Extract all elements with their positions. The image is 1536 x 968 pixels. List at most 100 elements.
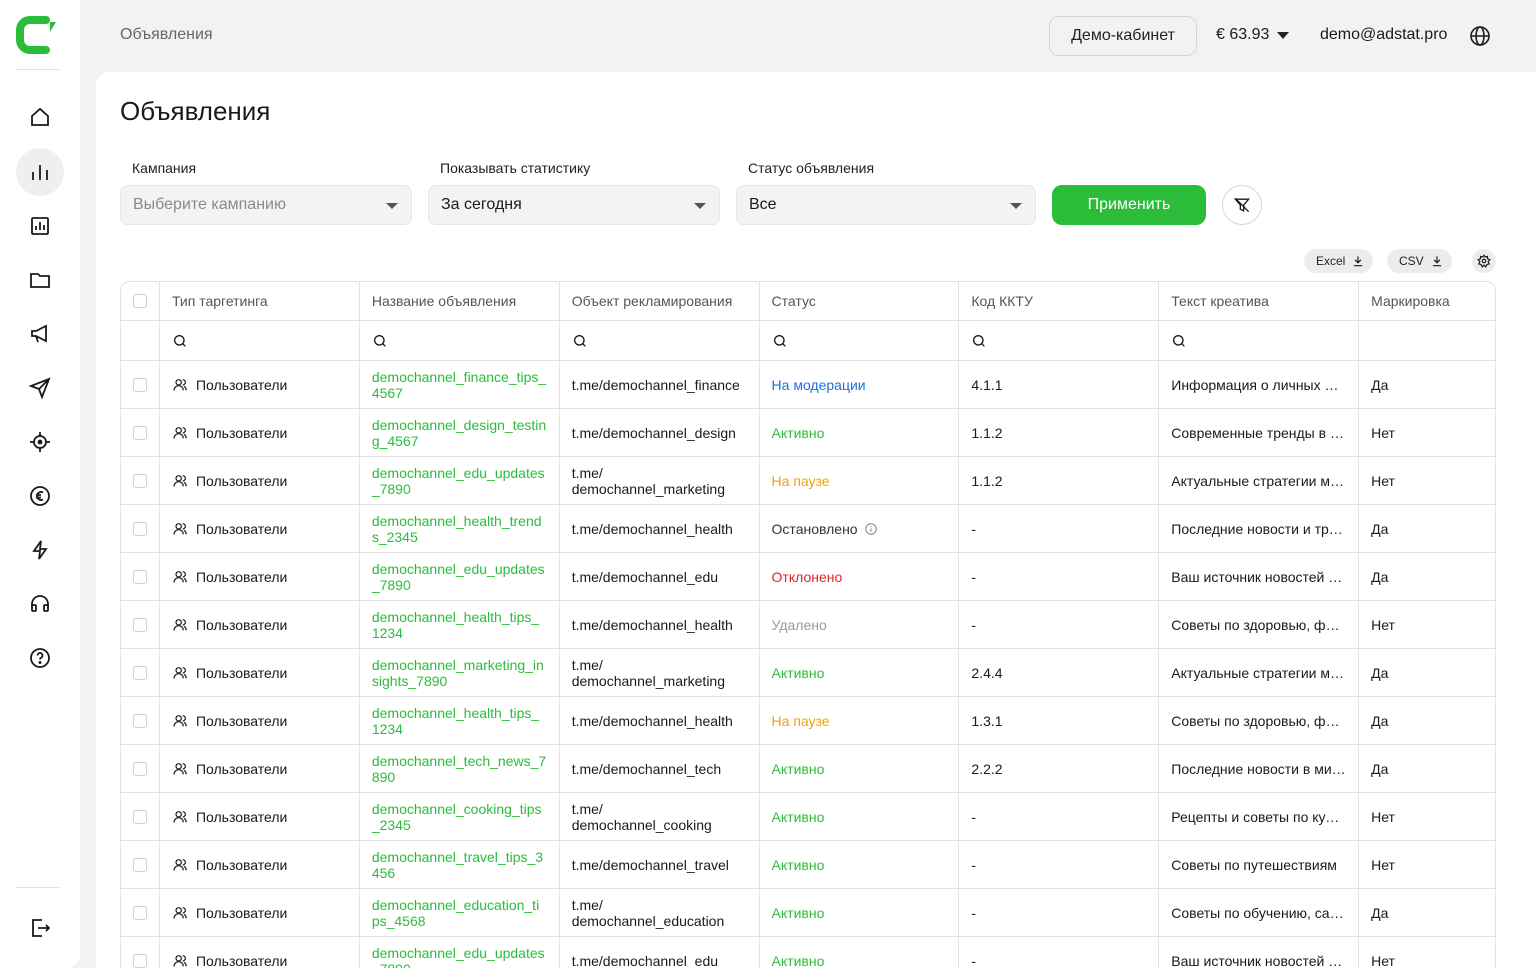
row-checkbox[interactable] xyxy=(132,473,147,488)
targeting-type: Пользователи xyxy=(195,472,288,489)
breadcrumb: Объявления xyxy=(120,26,213,43)
ad-name-link[interactable]: demochannel_cooking_tips_2345 xyxy=(372,801,547,833)
demo-cabinet-button[interactable]: Демо-кабинет xyxy=(1049,16,1197,56)
ad-name-cell: demochannel_edu_updates_7890 xyxy=(360,457,560,504)
column-header[interactable]: Название объявления xyxy=(360,282,560,320)
campaign-filter-label: Кампания xyxy=(132,160,197,176)
row-select-cell xyxy=(121,649,160,696)
sidebar-item-automation[interactable] xyxy=(16,526,64,574)
status-filter-label: Статус объявления xyxy=(748,160,875,176)
ad-name-link[interactable]: demochannel_edu_updates_7890 xyxy=(372,465,547,497)
column-search[interactable] xyxy=(1159,321,1360,360)
ad-status-select[interactable]: Все xyxy=(736,185,1036,225)
ad-name-link[interactable]: demochannel_education_tips_4568 xyxy=(372,897,547,929)
sidebar-item-finance[interactable] xyxy=(16,472,64,520)
column-search[interactable] xyxy=(360,321,560,360)
column-header[interactable]: Объект рекламирования xyxy=(560,282,760,320)
row-select-cell xyxy=(121,793,160,840)
column-header[interactable]: Текст креатива xyxy=(1159,282,1360,320)
sidebar-item-support[interactable] xyxy=(16,580,64,628)
ad-name-link[interactable]: demochannel_finance_tips_4567 xyxy=(372,369,547,401)
export-csv-button[interactable]: CSV xyxy=(1387,249,1452,273)
ad-name-link[interactable]: demochannel_marketing_insights_7890 xyxy=(372,657,547,689)
chevron-down-icon xyxy=(1277,31,1290,39)
status-cell: Удалено xyxy=(760,601,960,648)
balance-dropdown[interactable]: € 63.93 xyxy=(1216,26,1290,44)
users-icon xyxy=(173,426,187,438)
status-text: Отклонено xyxy=(771,568,843,585)
marking-value: Нет xyxy=(1371,616,1395,633)
column-search[interactable] xyxy=(959,321,1160,360)
status-text: Остановлено xyxy=(771,520,858,537)
report-icon xyxy=(31,217,49,235)
logout-icon xyxy=(32,919,51,937)
stats-period-select[interactable]: За сегодня xyxy=(428,185,720,225)
targeting-type-cell: Пользователи xyxy=(160,745,360,792)
row-checkbox[interactable] xyxy=(132,377,147,392)
sidebar-item-campaigns[interactable] xyxy=(16,256,64,304)
kktu-code: - xyxy=(971,520,977,537)
table-settings-button[interactable] xyxy=(1472,249,1496,273)
targeting-type: Пользователи xyxy=(195,376,288,393)
sidebar-item-statistics[interactable] xyxy=(16,148,64,196)
status-text: Активно xyxy=(771,664,825,681)
export-excel-button[interactable]: Excel xyxy=(1304,249,1374,273)
row-checkbox[interactable] xyxy=(132,809,147,824)
sidebar-item-help[interactable] xyxy=(16,634,64,682)
row-checkbox[interactable] xyxy=(132,905,147,920)
marking-value: Нет xyxy=(1371,808,1395,825)
column-search[interactable] xyxy=(160,321,360,360)
creative-text: Современные тренды в дизайне xyxy=(1171,424,1346,441)
column-header[interactable]: Маркировка xyxy=(1359,282,1495,320)
user-email[interactable]: demo@adstat.pro xyxy=(1320,26,1447,44)
marking-value: Да xyxy=(1371,664,1389,681)
ad-name-link[interactable]: demochannel_design_testing_4567 xyxy=(372,417,547,449)
row-checkbox[interactable] xyxy=(132,425,147,440)
status-text: Активно xyxy=(771,808,825,825)
column-header[interactable]: Код ККТУ xyxy=(959,282,1160,320)
column-search[interactable] xyxy=(560,321,760,360)
row-checkbox[interactable] xyxy=(132,665,147,680)
targeting-type: Пользователи xyxy=(195,808,288,825)
users-icon xyxy=(173,810,187,822)
info-icon[interactable] xyxy=(864,522,878,536)
sidebar-item-home[interactable] xyxy=(16,93,64,141)
targeting-type-cell: Пользователи xyxy=(160,505,360,552)
ad-name-link[interactable]: demochannel_edu_updates_7890 xyxy=(372,561,547,593)
globe-icon[interactable] xyxy=(1468,24,1492,48)
clear-filters-button[interactable] xyxy=(1222,185,1262,225)
logout-button[interactable] xyxy=(16,904,64,952)
kktu-code: - xyxy=(971,568,977,585)
users-icon xyxy=(173,762,187,774)
column-search[interactable] xyxy=(760,321,960,360)
ad-name-link[interactable]: demochannel_tech_news_7890 xyxy=(372,753,547,785)
ad-name-link[interactable]: demochannel_health_tips_1234 xyxy=(372,705,547,737)
row-checkbox[interactable] xyxy=(132,713,147,728)
sidebar-item-targeting[interactable] xyxy=(16,418,64,466)
kktu-cell: 1.1.2 xyxy=(959,409,1160,456)
kktu-cell: - xyxy=(959,601,1160,648)
creative-text-cell: Актуальные стратегии маркетинга xyxy=(1159,457,1360,504)
select-all-checkbox[interactable] xyxy=(132,294,147,308)
row-checkbox[interactable] xyxy=(132,857,147,872)
row-checkbox[interactable] xyxy=(132,617,147,632)
sidebar-item-telegram[interactable] xyxy=(16,364,64,412)
targeting-type-cell: Пользователи xyxy=(160,841,360,888)
sidebar-item-ads[interactable] xyxy=(16,310,64,358)
row-checkbox[interactable] xyxy=(132,521,147,536)
column-header[interactable]: Статус xyxy=(760,282,960,320)
marking-value: Нет xyxy=(1371,472,1395,489)
ad-name-link[interactable]: demochannel_health_trends_2345 xyxy=(372,513,547,545)
campaign-select[interactable]: Выберите кампанию xyxy=(120,185,412,225)
column-header[interactable]: Тип таргетинга xyxy=(160,282,360,320)
sidebar-item-reports[interactable] xyxy=(16,202,64,250)
ad-name-link[interactable]: demochannel_edu_updates_7890 xyxy=(372,945,547,968)
ad-name-link[interactable]: demochannel_travel_tips_3456 xyxy=(372,849,547,881)
apply-button[interactable]: Применить xyxy=(1052,185,1206,225)
adstat-logo[interactable] xyxy=(16,16,60,54)
marking-value: Да xyxy=(1371,760,1389,777)
row-checkbox[interactable] xyxy=(132,953,147,968)
row-checkbox[interactable] xyxy=(132,569,147,584)
ad-name-link[interactable]: demochannel_health_tips_1234 xyxy=(372,609,547,641)
row-checkbox[interactable] xyxy=(132,761,147,776)
